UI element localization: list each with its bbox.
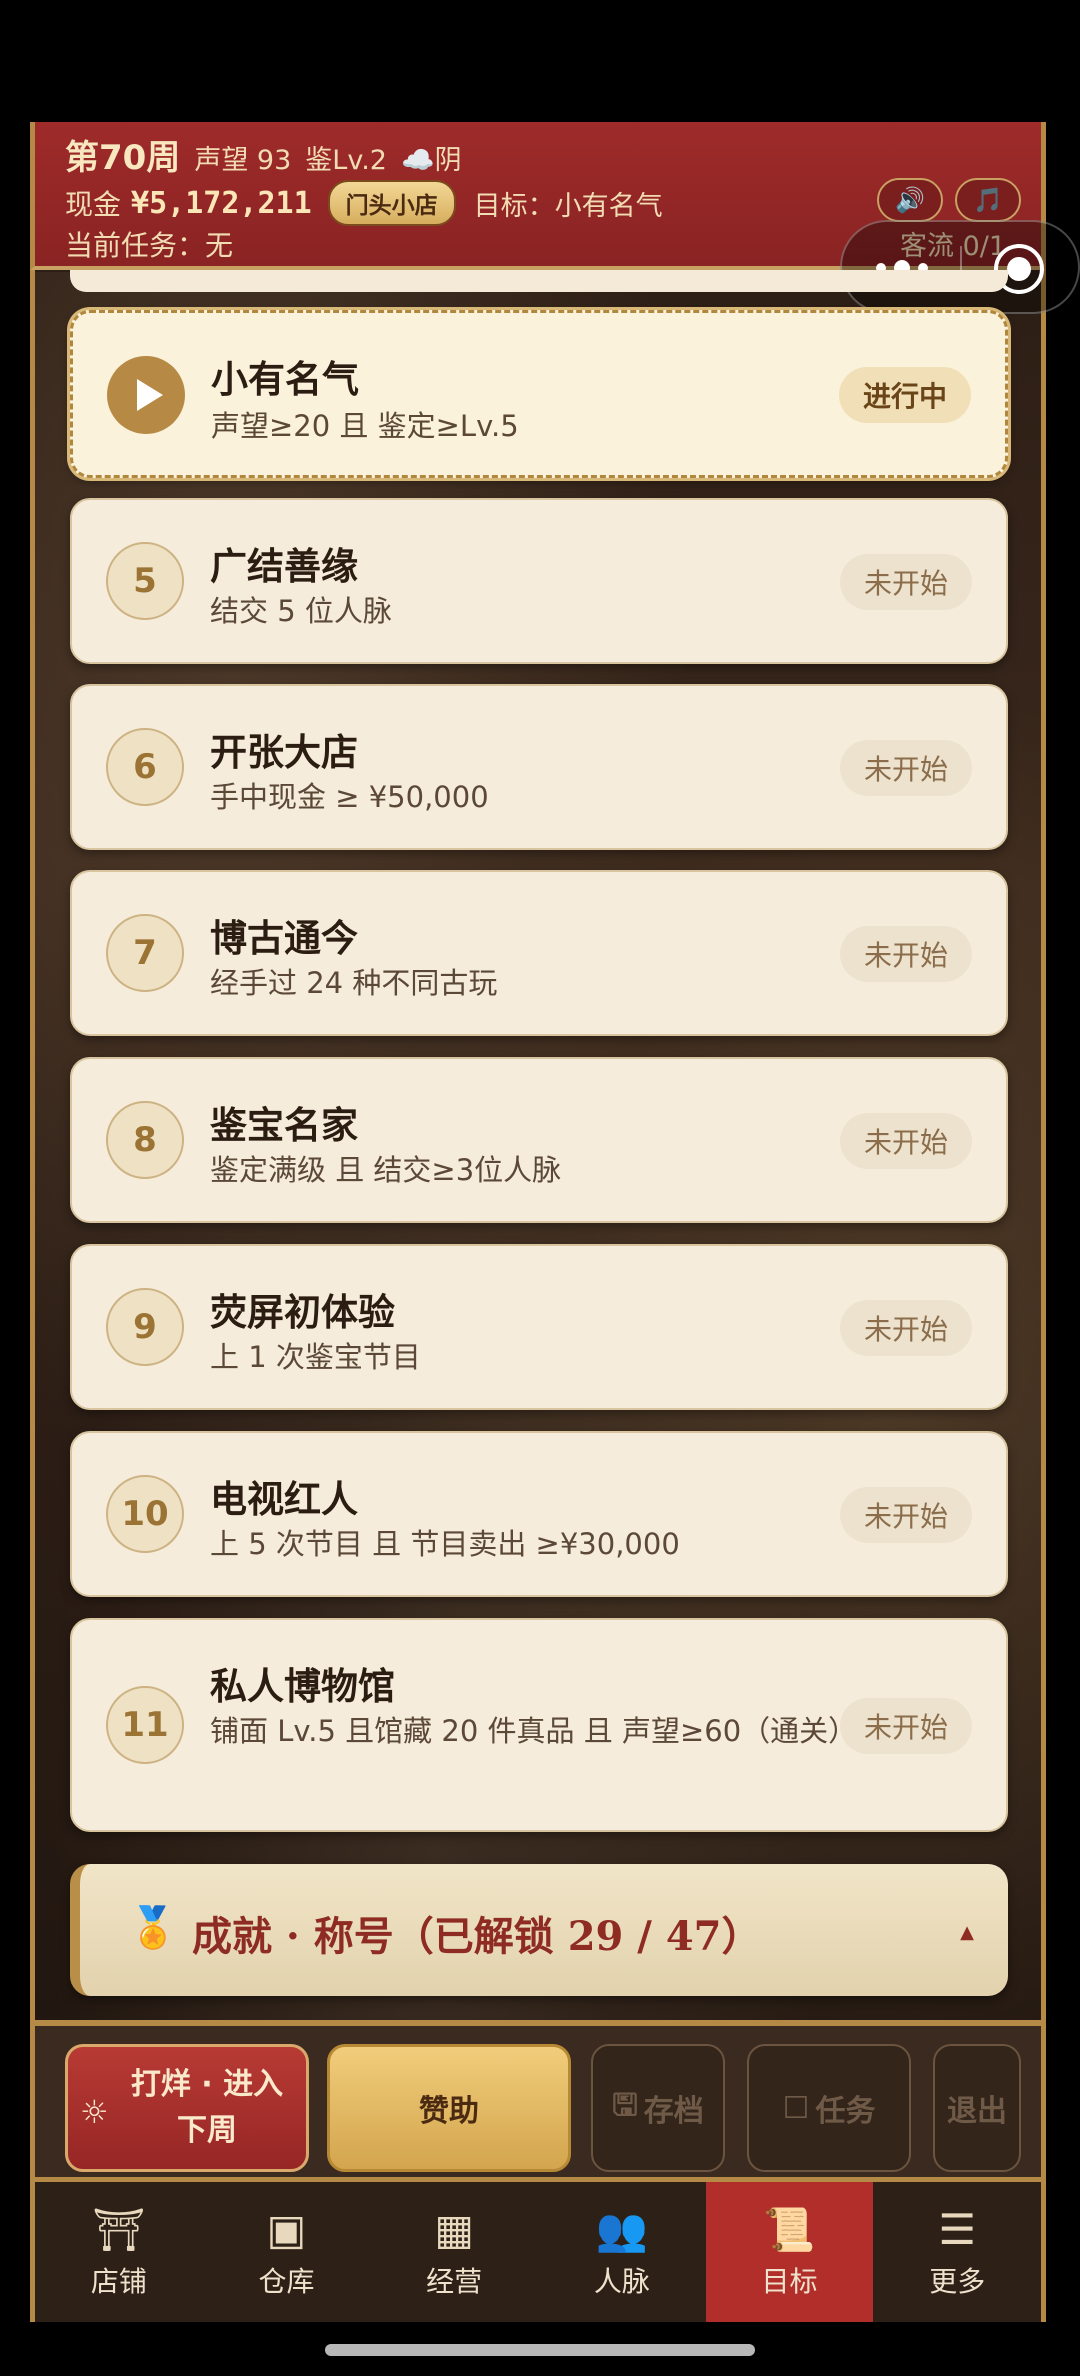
goal-title: 鉴宝名家: [210, 1104, 358, 1147]
people-icon: 👥: [595, 2205, 648, 2254]
goal-status-badge: 未开始: [840, 1300, 972, 1356]
cash-value: ¥5,172,211: [131, 185, 312, 221]
goal-card[interactable]: 5 广结善缘 结交 5 位人脉 未开始: [70, 498, 1008, 664]
save-button[interactable]: 🖫 存档: [591, 2044, 725, 2172]
goal-number-badge: 8: [106, 1101, 184, 1179]
goal-description: 鉴定满级 且 结交≥3位人脉: [210, 1153, 562, 1187]
action-bar: ☼ 打烊 · 进入下周 赞助 🖫 存档 ☐ 任务 退出: [30, 2020, 1046, 2182]
task-icon: ☐: [782, 2090, 810, 2126]
week-label: 第70周: [65, 138, 181, 178]
goal-description: 结交 5 位人脉: [210, 594, 392, 628]
tab-contacts[interactable]: 👥 人脉: [538, 2182, 706, 2322]
stack-icon: ☰: [938, 2205, 977, 2254]
reputation-label: 声望 93: [194, 145, 292, 176]
goal-card[interactable]: 6 开张大店 手中现金 ≥ ¥50,000 未开始: [70, 684, 1008, 850]
shop-level-badge: 门头小店: [327, 180, 456, 226]
goal-number-badge: 5: [106, 542, 184, 620]
home-indicator[interactable]: [325, 2344, 755, 2356]
goal-title: 广结善缘: [210, 545, 358, 588]
collapse-arrow-icon: ▲: [960, 1922, 974, 1943]
goal-description: 上 1 次鉴宝节目: [210, 1340, 421, 1374]
cash-label: 现金: [65, 188, 122, 221]
sun-icon: ☼: [80, 2093, 109, 2131]
music-toggle-button[interactable]: 🎵: [955, 178, 1021, 222]
tab-label: 目标: [761, 2265, 818, 2298]
shop-icon: ⛩: [92, 2205, 146, 2254]
goal-number-badge: 11: [106, 1686, 184, 1764]
chest-icon: ▣: [266, 2205, 307, 2254]
tab-label: 仓库: [258, 2265, 315, 2298]
weather-label: ☁️阴: [400, 145, 462, 176]
header-stats-row: 第70周 声望 93 鉴Lv.2 ☁️阴: [65, 130, 462, 179]
record-circle-icon: [1007, 257, 1031, 281]
goal-status-badge: 未开始: [840, 1487, 972, 1543]
header-cash-row: 现金 ¥5,172,211 门头小店 目标：小有名气: [65, 180, 663, 226]
abacus-icon: ▦: [434, 2205, 475, 2254]
goal-description: 经手过 24 种不同古玩: [210, 966, 498, 1000]
goal-status-badge: 未开始: [840, 1698, 972, 1754]
goal-status-badge: 未开始: [840, 1113, 972, 1169]
goal-description: 铺面 Lv.5 且馆藏 20 件真品 且 声望≥60（通关）: [210, 1714, 858, 1748]
speaker-icon: 🔊: [895, 186, 925, 214]
goal-card[interactable]: 7 博古通今 经手过 24 种不同古玩 未开始: [70, 870, 1008, 1036]
goal-card[interactable]: 9 荧屏初体验 上 1 次鉴宝节目 未开始: [70, 1244, 1008, 1410]
play-icon: [107, 356, 185, 434]
goal-status-badge: 未开始: [840, 740, 972, 796]
goal-description: 上 5 次节目 且 节目卖出 ≥¥30,000: [210, 1527, 680, 1561]
tab-label: 人脉: [593, 2265, 650, 2298]
previous-card-edge: [70, 270, 1008, 292]
scroll-icon: 📜: [763, 2205, 816, 2254]
goal-title: 小有名气: [211, 358, 359, 401]
next-week-button[interactable]: ☼ 打烊 · 进入下周: [65, 2044, 309, 2172]
exit-button[interactable]: 退出: [933, 2044, 1021, 2172]
goal-card[interactable]: 8 鉴宝名家 鉴定满级 且 结交≥3位人脉 未开始: [70, 1057, 1008, 1223]
music-note-icon: 🎵: [973, 186, 1003, 214]
save-icon: 🖫: [612, 2087, 638, 2123]
goal-number-badge: 10: [106, 1475, 184, 1553]
current-task: 当前任务：无: [65, 229, 234, 262]
goal-card[interactable]: 11 私人博物馆 铺面 Lv.5 且馆藏 20 件真品 且 声望≥60（通关） …: [70, 1618, 1008, 1832]
next-week-label: 打烊 · 进入下周: [130, 2067, 284, 2148]
achievement-section-toggle[interactable]: 🏅 成就 · 称号（已解锁 29 / 47） ▲: [70, 1864, 1008, 1996]
tab-label: 经营: [426, 2265, 483, 2298]
tab-label: 店铺: [90, 2265, 147, 2298]
goal-title: 私人博物馆: [210, 1665, 395, 1708]
tab-goals[interactable]: 📜 目标: [705, 2182, 874, 2322]
goal-title: 博古通今: [210, 917, 358, 960]
goal-status-badge: 未开始: [840, 554, 972, 610]
bottom-tab-bar: ⛩ 店铺 ▣ 仓库 ▦ 经营 👥 人脉 📜 目标 ☰ 更多: [30, 2182, 1046, 2322]
goal-number-badge: 7: [106, 914, 184, 992]
goal-number-badge: 6: [106, 728, 184, 806]
tab-shop[interactable]: ⛩ 店铺: [35, 2182, 203, 2322]
goal-status-badge: 未开始: [840, 926, 972, 982]
goal-card-current[interactable]: 小有名气 声望≥20 且 鉴定≥Lv.5 进行中: [70, 310, 1008, 478]
tab-more[interactable]: ☰ 更多: [873, 2182, 1041, 2322]
goal-description: 手中现金 ≥ ¥50,000: [210, 780, 489, 814]
goal-title: 电视红人: [210, 1478, 358, 1521]
goal-status-badge: 进行中: [839, 367, 971, 423]
goal-number-badge: 9: [106, 1288, 184, 1366]
status-bar: [0, 0, 1080, 122]
tab-warehouse[interactable]: ▣ 仓库: [203, 2182, 371, 2322]
goal-description: 声望≥20 且 鉴定≥Lv.5: [211, 409, 519, 443]
task-label: 任务: [815, 2094, 876, 2129]
appraisal-level: 鉴Lv.2: [305, 145, 387, 176]
current-target: 目标：小有名气: [473, 190, 663, 222]
sponsor-button[interactable]: 赞助: [327, 2044, 571, 2172]
sound-toggle-button[interactable]: 🔊: [877, 178, 943, 222]
tab-label: 更多: [929, 2265, 986, 2298]
save-label: 存档: [643, 2094, 704, 2129]
achievement-summary: 成就 · 称号（已解锁 29 / 47）: [192, 1913, 762, 1960]
goal-title: 开张大店: [210, 731, 358, 774]
goal-card[interactable]: 10 电视红人 上 5 次节目 且 节目卖出 ≥¥30,000 未开始: [70, 1431, 1008, 1597]
tab-business[interactable]: ▦ 经营: [370, 2182, 538, 2322]
miniprogram-capsule: [840, 220, 1080, 314]
task-button[interactable]: ☐ 任务: [747, 2044, 911, 2172]
goal-title: 荧屏初体验: [210, 1291, 395, 1334]
medal-icon: 🏅: [128, 1905, 178, 1951]
